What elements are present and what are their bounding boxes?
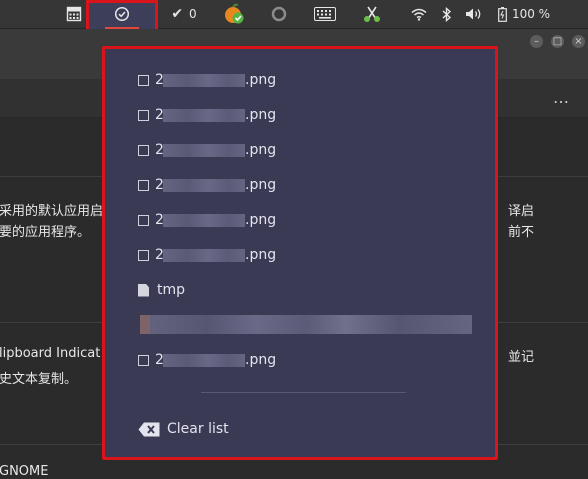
more-menu-icon[interactable]: …: [553, 88, 570, 107]
item-suffix: .png: [245, 72, 277, 88]
bg-text: 前不: [508, 225, 535, 240]
item-suffix: .png: [245, 247, 277, 263]
bg-text: 译启: [508, 204, 535, 219]
clipboard-item[interactable]: 2 .png: [138, 68, 276, 92]
item-suffix: .png: [245, 107, 277, 123]
item-prefix: 2: [155, 177, 163, 193]
item-prefix: 2: [155, 72, 163, 88]
item-prefix: 2: [155, 212, 163, 228]
clipboard-item[interactable]: 2 .png: [138, 173, 276, 197]
clipboard-item[interactable]: 2 .png: [138, 138, 276, 162]
redacted-filename: [163, 248, 245, 262]
clipboard-item[interactable]: 2 .png: [138, 103, 276, 127]
clipboard-item[interactable]: 2 .png: [138, 208, 276, 232]
scissors-icon[interactable]: [358, 0, 386, 28]
battery-icon: [498, 6, 507, 22]
calculator-icon[interactable]: [62, 0, 86, 28]
redacted-filename: [163, 143, 245, 157]
menu-separator: [201, 392, 406, 393]
file-icon: [138, 283, 149, 297]
check-applet[interactable]: ✔ 0: [164, 0, 204, 28]
bg-text: 史文本复制。: [0, 372, 78, 387]
item-prefix: 2: [155, 352, 163, 368]
check-count: 0: [189, 7, 197, 21]
item-suffix: .png: [245, 177, 277, 193]
image-item-icon: [138, 179, 149, 191]
bg-text: 采用的默认应用启: [0, 204, 104, 219]
clear-list-button[interactable]: Clear list: [138, 417, 229, 441]
image-item-icon: [138, 214, 149, 226]
volume-icon[interactable]: [462, 0, 486, 28]
redacted-filename: [163, 73, 245, 87]
item-label: tmp: [157, 282, 186, 298]
item-suffix: .png: [245, 212, 277, 228]
item-prefix: 2: [155, 142, 163, 158]
clear-list-label: Clear list: [167, 421, 229, 437]
item-prefix: 2: [155, 107, 163, 123]
image-item-icon: [138, 74, 149, 86]
item-suffix: .png: [245, 352, 277, 368]
clipboard-item[interactable]: 2 .png: [138, 348, 276, 372]
clipboard-item-redacted-text[interactable]: [140, 315, 472, 334]
bg-text: 要的应用程序。: [0, 225, 91, 240]
bg-text: lipboard Indicat: [0, 346, 101, 361]
bg-text: 並记: [508, 350, 535, 365]
image-item-icon: [138, 144, 149, 156]
image-item-icon: [138, 249, 149, 261]
bg-text: GNOME: [0, 464, 49, 479]
maximize-button[interactable]: □: [551, 35, 564, 48]
item-suffix: .png: [245, 142, 277, 158]
clipboard-history-popup: 2 .png 2 .png 2 .png 2 .png 2 .png 2 .pn…: [102, 46, 498, 460]
redacted-filename: [163, 178, 245, 192]
keyboard-icon[interactable]: [310, 0, 340, 28]
redacted-filename: [163, 108, 245, 122]
clock-icon: [114, 6, 130, 22]
redacted-filename: [163, 353, 245, 367]
close-button[interactable]: ×: [572, 35, 585, 48]
item-prefix: 2: [155, 247, 163, 263]
clipboard-item[interactable]: tmp: [138, 278, 185, 302]
image-item-icon: [138, 109, 149, 121]
check-icon: ✔: [171, 6, 184, 22]
clipboard-item[interactable]: 2 .png: [138, 243, 276, 267]
image-item-icon: [138, 354, 149, 366]
circle-icon[interactable]: [266, 0, 292, 28]
battery-applet[interactable]: 100 %: [494, 0, 554, 28]
wifi-icon[interactable]: [408, 0, 430, 28]
minimize-button[interactable]: –: [530, 35, 543, 48]
battery-percent: 100 %: [511, 7, 551, 21]
fruit-app-icon[interactable]: [220, 0, 248, 28]
backspace-icon: [138, 422, 160, 436]
redacted-filename: [163, 213, 245, 227]
bluetooth-icon[interactable]: [437, 0, 457, 28]
